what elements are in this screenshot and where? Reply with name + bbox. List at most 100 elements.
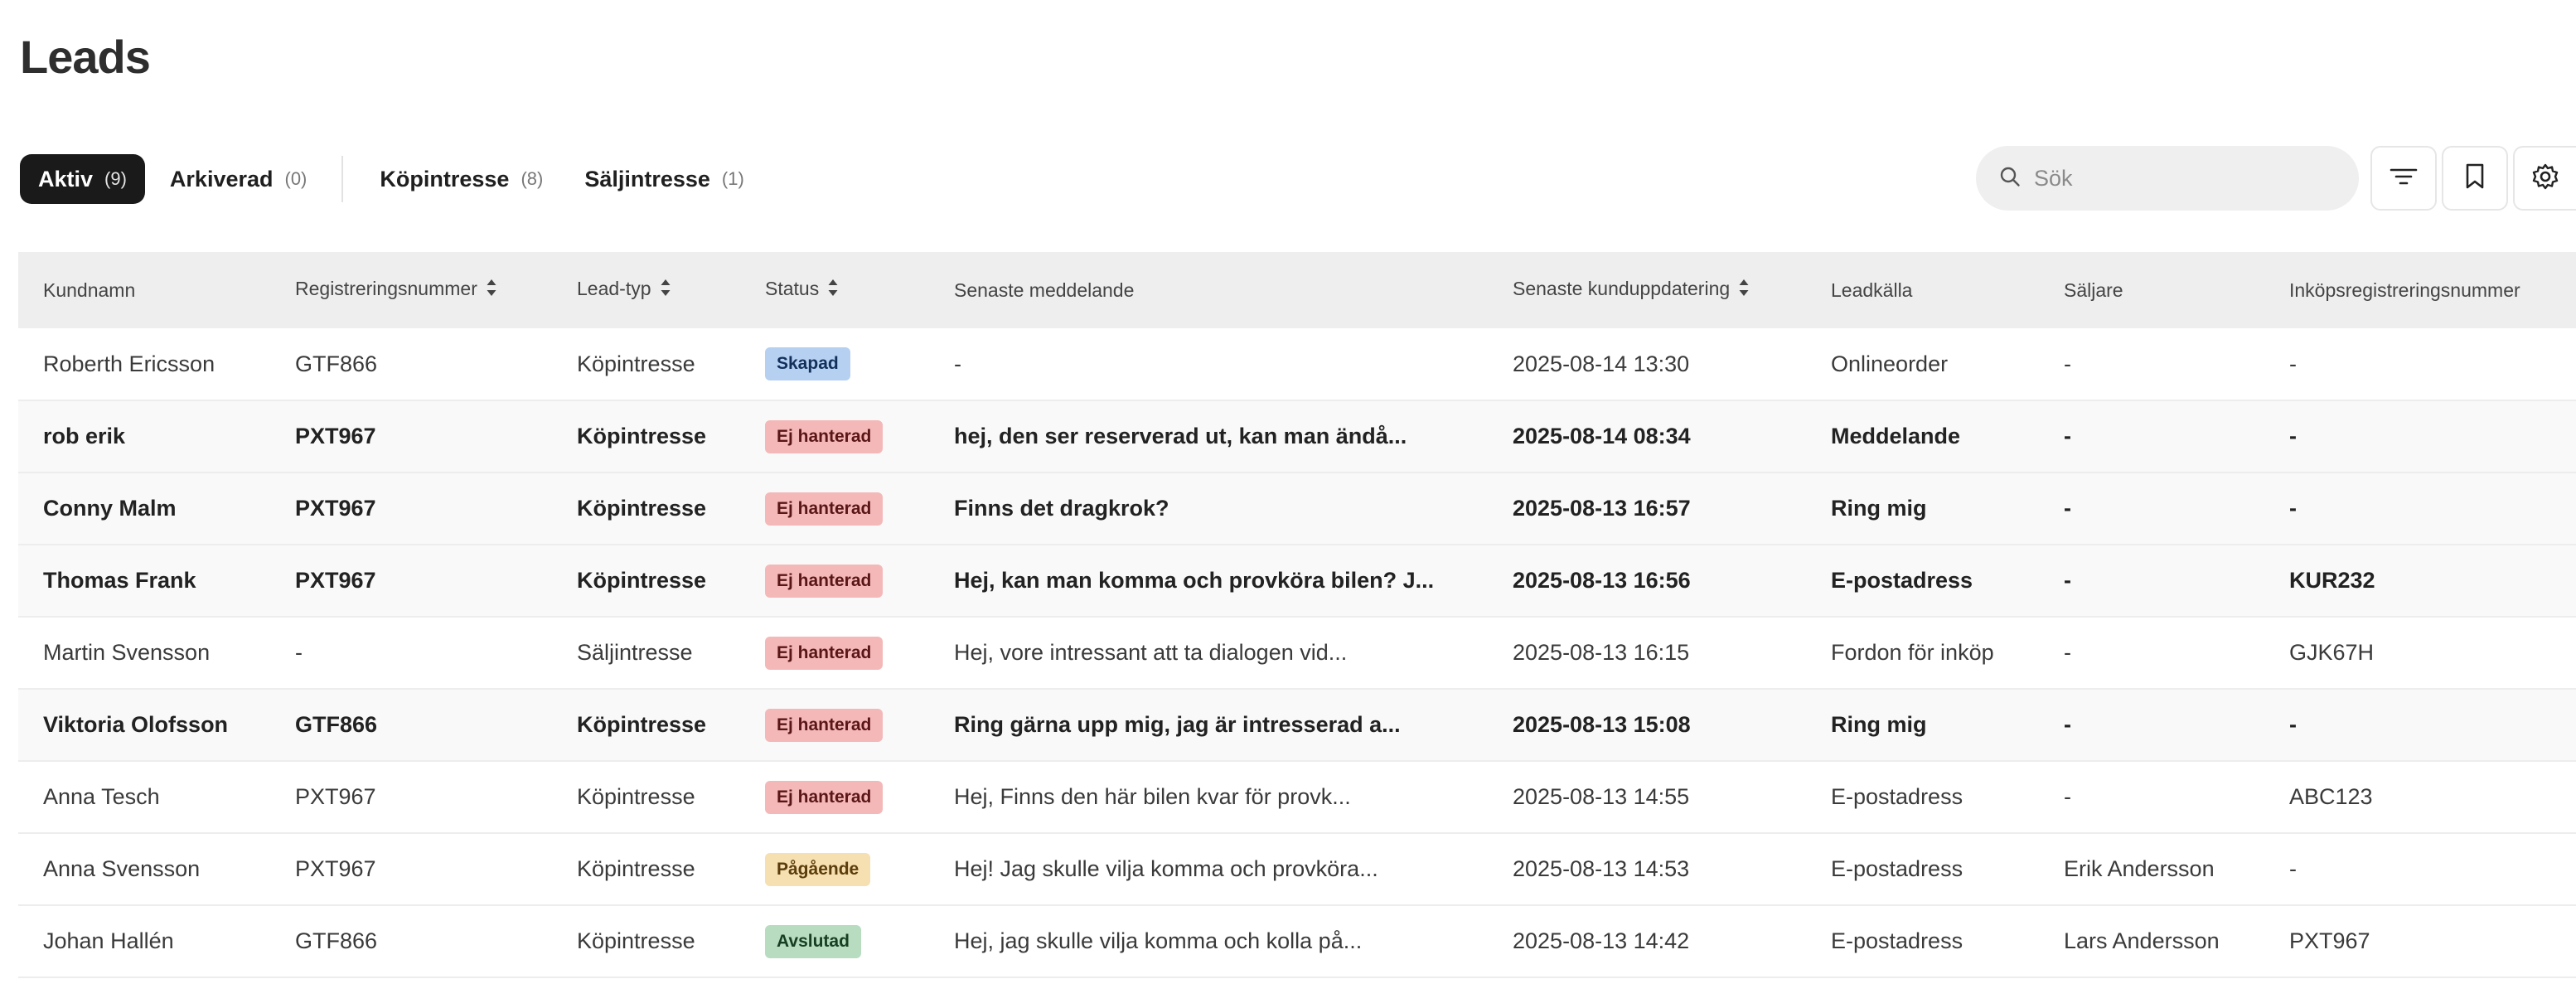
cell-leadtyp: Köpintresse — [577, 856, 695, 881]
cell-saljare: Lars Andersson — [2064, 928, 2220, 953]
cell-leadkalla: Meddelande — [1831, 424, 1961, 448]
settings-button[interactable] — [2513, 146, 2576, 211]
col-leadkalla: Leadkälla — [1831, 279, 1913, 301]
cell-leadkalla: E-postadress — [1831, 784, 1963, 809]
cell-kundnamn: Roberth Ericsson — [43, 351, 215, 376]
col-status[interactable]: Status — [740, 252, 929, 328]
cell-meddelande: Hej, jag skulle vilja komma och kolla på… — [954, 928, 1363, 953]
cell-leadtyp: Köpintresse — [577, 712, 707, 737]
tab-kopintresse[interactable]: Köpintresse (8) — [361, 154, 561, 204]
tab-aktiv-count: (9) — [104, 168, 127, 189]
filter-button[interactable] — [2370, 146, 2437, 211]
filter-icon — [2390, 166, 2418, 191]
cell-uppdatering: 2025-08-13 14:53 — [1513, 856, 1690, 881]
cell-leadtyp: Köpintresse — [577, 351, 695, 376]
cell-regnr: PXT967 — [295, 784, 376, 809]
cell-inkopsregnr: - — [2289, 424, 2297, 448]
cell-leadtyp: Köpintresse — [577, 496, 707, 521]
search-input[interactable] — [2032, 164, 2351, 192]
tab-arkiverad[interactable]: Arkiverad (0) — [152, 154, 325, 204]
cell-leadkalla: E-postadress — [1831, 568, 1973, 593]
tab-divider — [341, 156, 344, 202]
cell-uppdatering: 2025-08-13 16:56 — [1513, 568, 1691, 593]
cell-inkopsregnr: - — [2289, 351, 2297, 376]
cell-leadkalla: E-postadress — [1831, 928, 1963, 953]
status-badge: Ej hanterad — [765, 419, 884, 453]
bookmark-icon — [2465, 163, 2485, 194]
search-box[interactable] — [1976, 146, 2359, 211]
sort-icon[interactable] — [827, 278, 839, 303]
col-senaste-kunduppdatering[interactable]: Senaste kunduppdatering — [1488, 252, 1806, 328]
col-registreringsnummer[interactable]: Registreringsnummer — [270, 252, 552, 328]
cell-saljare: - — [2064, 351, 2071, 376]
cell-uppdatering: 2025-08-13 16:57 — [1513, 496, 1691, 521]
cell-leadkalla: Ring mig — [1831, 496, 1927, 521]
cell-leadkalla: E-postadress — [1831, 856, 1963, 881]
leads-table: Kundnamn Registreringsnummer Lead-typ St… — [18, 252, 2576, 978]
cell-meddelande: Hej, vore intressant att ta dialogen vid… — [954, 640, 1348, 665]
cell-saljare: - — [2064, 784, 2071, 809]
cell-uppdatering: 2025-08-13 16:15 — [1513, 640, 1690, 665]
tab-kopintresse-count: (8) — [521, 168, 544, 189]
cell-status: Ej hanterad — [740, 400, 929, 472]
table-row[interactable]: Conny Malm PXT967 Köpintresse Ej hantera… — [18, 472, 2576, 545]
tab-arkiverad-label: Arkiverad — [169, 166, 274, 191]
sort-icon[interactable] — [1738, 278, 1750, 303]
col-lead-typ[interactable]: Lead-typ — [552, 252, 740, 328]
tab-aktiv-label: Aktiv — [38, 166, 94, 191]
table-header: Kundnamn Registreringsnummer Lead-typ St… — [18, 252, 2576, 328]
cell-uppdatering: 2025-08-14 13:30 — [1513, 351, 1690, 376]
cell-meddelande: Finns det dragkrok? — [954, 496, 1169, 521]
status-badge: Pågående — [765, 852, 871, 886]
cell-status: Ej hanterad — [740, 689, 929, 761]
status-badge: Skapad — [765, 347, 850, 380]
cell-uppdatering: 2025-08-13 15:08 — [1513, 712, 1691, 737]
table-row[interactable]: Anna Tesch PXT967 Köpintresse Ej hantera… — [18, 761, 2576, 833]
table-row[interactable]: Martin Svensson - Säljintresse Ej hanter… — [18, 617, 2576, 689]
tab-saljintresse-label: Säljintresse — [584, 166, 710, 191]
cell-meddelande: Hej, Finns den här bilen kvar för provk.… — [954, 784, 1351, 809]
cell-kundnamn: rob erik — [43, 424, 126, 448]
gear-icon — [2531, 162, 2559, 195]
cell-saljare: - — [2064, 424, 2071, 448]
cell-meddelande: Hej! Jag skulle vilja komma och provköra… — [954, 856, 1378, 881]
table-row[interactable]: Roberth Ericsson GTF866 Köpintresse Skap… — [18, 328, 2576, 400]
cell-status: Pågående — [740, 833, 929, 905]
cell-saljare: - — [2064, 568, 2071, 593]
sort-icon[interactable] — [660, 278, 671, 303]
status-badge: Ej hanterad — [765, 636, 884, 670]
tab-arkiverad-count: (0) — [284, 168, 307, 189]
cell-kundnamn: Martin Svensson — [43, 640, 211, 665]
cell-inkopsregnr: - — [2289, 712, 2297, 737]
status-badge: Ej hanterad — [765, 564, 884, 598]
cell-inkopsregnr: GJK67H — [2289, 640, 2375, 665]
table-row[interactable]: rob erik PXT967 Köpintresse Ej hanterad … — [18, 400, 2576, 472]
tab-saljintresse-count: (1) — [721, 168, 744, 189]
table-row[interactable]: Thomas Frank PXT967 Köpintresse Ej hante… — [18, 545, 2576, 617]
cell-meddelande: - — [954, 351, 961, 376]
lead-tabs: Aktiv (9) Arkiverad (0) Köpintresse (8) … — [20, 154, 763, 204]
cell-saljare: - — [2064, 640, 2071, 665]
cell-inkopsregnr: KUR232 — [2289, 568, 2375, 593]
tab-aktiv[interactable]: Aktiv (9) — [20, 154, 145, 204]
page-title: Leads — [20, 31, 151, 83]
cell-saljare: - — [2064, 496, 2071, 521]
bookmark-button[interactable] — [2442, 146, 2508, 211]
tab-saljintresse[interactable]: Säljintresse (1) — [566, 154, 762, 204]
sort-icon[interactable] — [486, 278, 497, 303]
table-row[interactable]: Anna Svensson PXT967 Köpintresse Pågåend… — [18, 833, 2576, 905]
col-saljare: Säljare — [2064, 279, 2123, 301]
cell-saljare: Erik Andersson — [2064, 856, 2215, 881]
cell-inkopsregnr: ABC123 — [2289, 784, 2373, 809]
cell-leadtyp: Köpintresse — [577, 928, 695, 953]
table-row[interactable]: Johan Hallén GTF866 Köpintresse Avslutad… — [18, 905, 2576, 977]
status-badge: Avslutad — [765, 924, 861, 958]
cell-meddelande: Ring gärna upp mig, jag är intresserad a… — [954, 712, 1401, 737]
table-row[interactable]: Viktoria Olofsson GTF866 Köpintresse Ej … — [18, 689, 2576, 761]
cell-kundnamn: Anna Tesch — [43, 784, 160, 809]
cell-uppdatering: 2025-08-13 14:55 — [1513, 784, 1690, 809]
cell-regnr: GTF866 — [295, 351, 378, 376]
cell-status: Ej hanterad — [740, 472, 929, 545]
cell-regnr: GTF866 — [295, 928, 378, 953]
tab-kopintresse-label: Köpintresse — [380, 166, 510, 191]
